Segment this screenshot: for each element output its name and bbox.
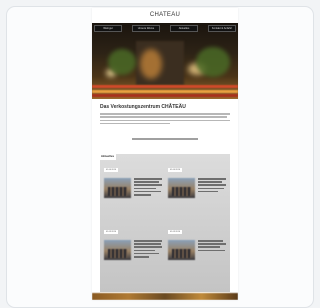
news-item[interactable]: 01.03.2016 bbox=[168, 230, 228, 290]
main-navigation: Weingut Unsere Weine Aktuelles Kontakt &… bbox=[94, 25, 236, 32]
nav-item-aktuelles[interactable]: Aktuelles bbox=[170, 25, 198, 32]
news-photo bbox=[168, 178, 195, 198]
hero-image: Weingut Unsere Weine Aktuelles Kontakt &… bbox=[92, 23, 238, 99]
news-date: 01.03.2016 bbox=[168, 230, 182, 234]
page-headline: Das Verkostungszentrum CHÂTEÄU bbox=[100, 104, 186, 110]
news-photo bbox=[104, 240, 131, 260]
news-teaser bbox=[198, 178, 226, 194]
nav-item-kontakt[interactable]: Kontakt & Anfahrt bbox=[208, 25, 236, 32]
news-teaser bbox=[134, 240, 162, 259]
news-date: 01.04.2016 bbox=[168, 168, 182, 172]
news-item[interactable]: 01.04.2016 bbox=[168, 168, 228, 228]
nav-item-weingut[interactable]: Weingut bbox=[94, 25, 122, 32]
news-item[interactable]: 01.04.2016 bbox=[104, 168, 164, 228]
brand-logo: CHATEÄU bbox=[149, 12, 181, 18]
news-teaser bbox=[134, 178, 162, 197]
news-date: 01.04.2016 bbox=[104, 168, 118, 172]
news-date: 01.03.2016 bbox=[104, 230, 118, 234]
newsletter-preview: CHATEÄU Weingut Unsere Weine Aktuelles K… bbox=[92, 8, 238, 300]
news-teaser bbox=[198, 240, 226, 253]
news-item[interactable]: 01.03.2016 bbox=[104, 230, 164, 290]
section-tab: Aktuelles bbox=[99, 153, 116, 160]
intro-footnote bbox=[132, 138, 198, 140]
news-photo bbox=[104, 178, 131, 198]
news-photo bbox=[168, 240, 195, 260]
nav-item-weine[interactable]: Unsere Weine bbox=[132, 25, 160, 32]
footer-image bbox=[92, 293, 238, 300]
intro-paragraph bbox=[100, 113, 230, 126]
news-section: Aktuelles 01.04.2016 01.04.2016 01.03.20… bbox=[99, 153, 230, 292]
